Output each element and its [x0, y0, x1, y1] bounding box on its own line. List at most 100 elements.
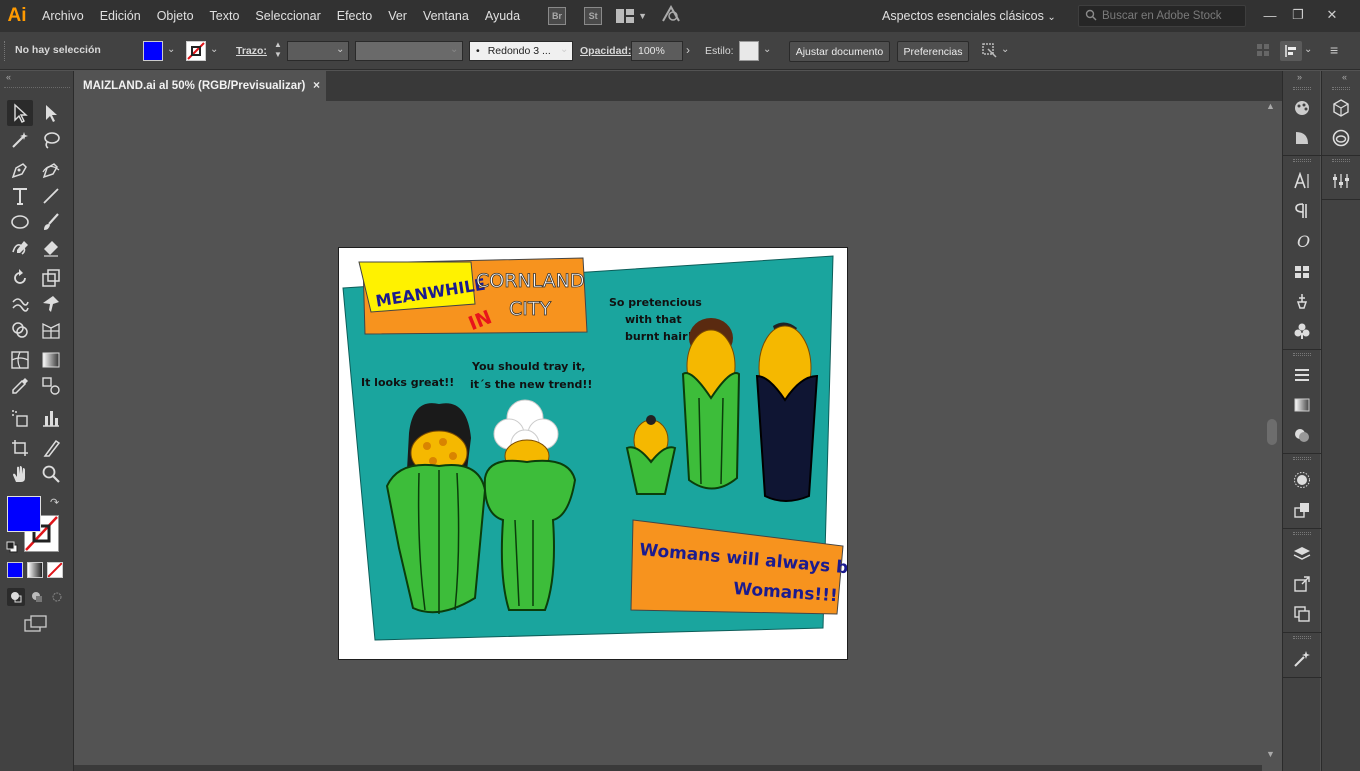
appearance-icon[interactable]	[1290, 468, 1314, 492]
stock-icon[interactable]: St	[584, 7, 603, 25]
shaper-tool-icon[interactable]	[7, 235, 33, 261]
ellipse-tool-icon[interactable]	[7, 209, 33, 235]
menu-efecto[interactable]: Efecto	[329, 0, 380, 32]
vertical-scrollbar[interactable]: ▲ ▼	[1262, 101, 1282, 769]
document-tab[interactable]: MAIZLAND.ai al 50% (RGB/Previsualizar) ×	[74, 71, 326, 101]
eraser-tool-icon[interactable]	[38, 235, 64, 261]
artboard[interactable]: MEANWHILE CORNLAND IN CITY It looks grea…	[338, 247, 880, 660]
pen-tool-icon[interactable]	[7, 157, 33, 183]
opentype-icon[interactable]: O	[1290, 229, 1314, 253]
style-swatch[interactable]	[739, 41, 759, 61]
eyedropper-tool-icon[interactable]	[7, 373, 33, 399]
magic-wand-panel-icon[interactable]	[1290, 647, 1314, 671]
magic-wand-tool-icon[interactable]	[7, 127, 33, 153]
gradient-tool-icon[interactable]	[38, 347, 64, 373]
mesh-tool-icon[interactable]	[7, 347, 33, 373]
blend-tool-icon[interactable]	[38, 373, 64, 399]
transform-icon[interactable]	[980, 41, 998, 64]
menu-seleccionar[interactable]: Seleccionar	[247, 0, 328, 32]
column-graph-tool-icon[interactable]	[38, 405, 64, 431]
stroke-swatch[interactable]	[186, 41, 206, 61]
paintbrush-tool-icon[interactable]	[38, 209, 64, 235]
stroke-label[interactable]: Trazo:	[236, 45, 267, 57]
default-fill-stroke-icon[interactable]	[6, 540, 18, 558]
warp-tool-icon[interactable]	[7, 291, 33, 317]
gradient-panel-icon[interactable]	[1290, 393, 1314, 417]
stroke-dropdown-icon[interactable]: ⌄	[210, 44, 218, 55]
lasso-tool-icon[interactable]	[38, 127, 64, 153]
creative-cloud-icon[interactable]	[1329, 126, 1353, 150]
chevron-right-icon[interactable]: ›	[686, 43, 690, 57]
gradient-mode-icon[interactable]	[27, 562, 43, 578]
color-themes-icon[interactable]	[1290, 126, 1314, 150]
shape-builder-tool-icon[interactable]	[7, 317, 33, 343]
artboard-tool-icon[interactable]	[7, 435, 33, 461]
panel-menu-icon[interactable]: ≡	[1330, 42, 1338, 58]
brush-definition-dropdown[interactable]: • Redondo 3 ...	[469, 41, 573, 61]
menu-archivo[interactable]: Archivo	[34, 0, 92, 32]
menu-ayuda[interactable]: Ayuda	[477, 0, 528, 32]
fill-color-front[interactable]	[7, 496, 41, 532]
symbols-icon[interactable]	[1290, 319, 1314, 343]
arrange-documents-icon[interactable]: ▼	[616, 9, 647, 23]
stroke-panel-icon[interactable]	[1290, 363, 1314, 387]
properties-icon[interactable]	[1329, 169, 1353, 193]
fill-swatch[interactable]	[143, 41, 163, 61]
bridge-icon[interactable]: Br	[548, 7, 567, 25]
scroll-up-icon[interactable]: ▲	[1266, 101, 1275, 111]
draw-inside-icon[interactable]	[48, 588, 66, 606]
draw-behind-icon[interactable]	[28, 588, 46, 606]
direct-selection-tool-icon[interactable]	[38, 100, 64, 126]
draw-normal-icon[interactable]	[7, 588, 25, 606]
asset-export-icon[interactable]	[1290, 572, 1314, 596]
horizontal-scrollbar[interactable]	[74, 765, 1262, 771]
fit-document-button[interactable]: Ajustar documento	[789, 41, 890, 62]
artboards-icon[interactable]	[1290, 602, 1314, 626]
restore-icon[interactable]: ❐	[1282, 0, 1314, 30]
selection-tool-icon[interactable]	[7, 100, 33, 126]
brushes-icon[interactable]	[1290, 289, 1314, 313]
slice-tool-icon[interactable]	[38, 435, 64, 461]
collapse-dock-icon[interactable]: »	[1297, 72, 1302, 82]
collapse-dock-icon[interactable]: «	[1342, 72, 1347, 82]
hand-tool-icon[interactable]	[7, 461, 33, 487]
opacity-field[interactable]: 100%	[631, 41, 683, 61]
style-dropdown-icon[interactable]: ⌄	[763, 44, 771, 55]
menu-objeto[interactable]: Objeto	[149, 0, 202, 32]
perspective-grid-tool-icon[interactable]	[38, 317, 64, 343]
close-tab-icon[interactable]: ×	[313, 78, 320, 92]
close-window-icon[interactable]: ✕	[1316, 0, 1348, 30]
opacity-label[interactable]: Opacidad:	[580, 45, 631, 57]
gpu-performance-icon[interactable]	[661, 4, 681, 28]
graphic-styles-icon[interactable]	[1290, 498, 1314, 522]
layers-icon[interactable]	[1290, 542, 1314, 566]
scroll-down-icon[interactable]: ▼	[1266, 749, 1275, 759]
menu-ver[interactable]: Ver	[380, 0, 415, 32]
variable-width-profile[interactable]	[355, 41, 463, 61]
line-tool-icon[interactable]	[38, 183, 64, 209]
collapse-toolbox-icon[interactable]: «	[6, 72, 11, 82]
character-icon[interactable]	[1290, 169, 1314, 193]
libraries-icon[interactable]	[1329, 96, 1353, 120]
transparency-icon[interactable]	[1290, 423, 1314, 447]
menu-edicion[interactable]: Edición	[92, 0, 149, 32]
paragraph-icon[interactable]	[1290, 199, 1314, 223]
fill-dropdown-icon[interactable]: ⌄	[167, 44, 175, 55]
color-guide-icon[interactable]	[1290, 96, 1314, 120]
menu-texto[interactable]: Texto	[202, 0, 248, 32]
rotate-tool-icon[interactable]	[7, 265, 33, 291]
scroll-thumb[interactable]	[1267, 419, 1277, 445]
stock-search-field[interactable]: Buscar en Adobe Stock	[1078, 5, 1246, 27]
screen-mode-icon[interactable]	[24, 615, 48, 638]
grid-align-icon[interactable]	[1256, 43, 1270, 62]
symbol-sprayer-tool-icon[interactable]	[7, 405, 33, 431]
swap-fill-stroke-icon[interactable]: ↷	[50, 496, 59, 509]
puppet-warp-tool-icon[interactable]	[38, 291, 64, 317]
color-mode-icon[interactable]	[7, 562, 23, 578]
preferences-button[interactable]: Preferencias	[897, 41, 969, 62]
scale-tool-icon[interactable]	[38, 265, 64, 291]
workspace-switcher[interactable]: Aspectos esenciales clásicos ⌄	[882, 0, 1056, 32]
stroke-weight-stepper[interactable]: ▲ ▼	[270, 40, 286, 62]
none-mode-icon[interactable]	[47, 562, 63, 578]
menu-ventana[interactable]: Ventana	[415, 0, 477, 32]
